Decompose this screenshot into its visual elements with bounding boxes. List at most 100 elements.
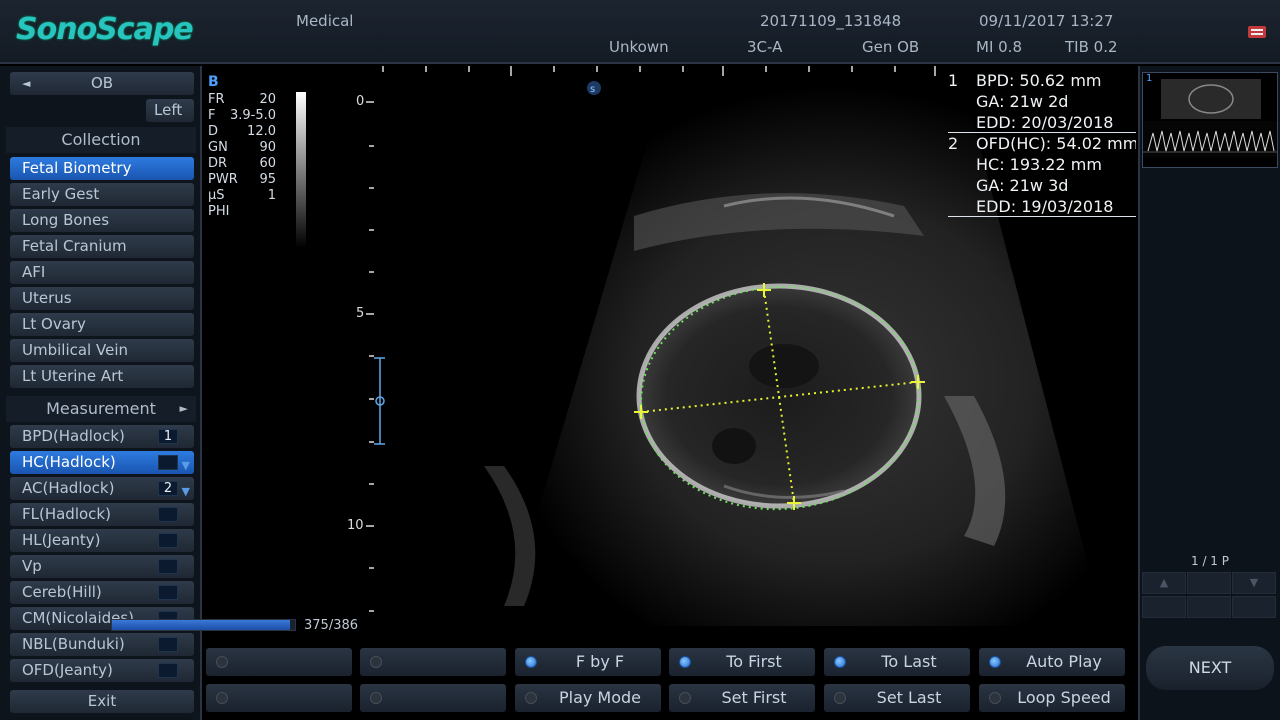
depth-label: 10 — [347, 518, 364, 533]
cine-progress-bar[interactable] — [111, 619, 296, 631]
result-line: 2 OFD(HC): 54.02 mm — [948, 133, 1136, 154]
thumbnail-index: 1 — [1146, 73, 1153, 84]
collection-item[interactable]: Umbilical Vein — [10, 339, 194, 362]
to-first-button[interactable]: To First — [669, 648, 815, 676]
nav-cell[interactable] — [1187, 596, 1231, 618]
dropdown-arrow-icon[interactable]: ▼ — [182, 454, 190, 477]
collection-item[interactable]: Long Bones — [10, 209, 194, 232]
result-line: 1 BPD: 50.62 mm — [948, 70, 1136, 91]
param-value: 95 — [259, 172, 276, 187]
measurement-label: FL(Hadlock) — [22, 505, 111, 523]
measurement-title-label: Measurement — [46, 399, 156, 418]
measurement-count-badge — [158, 663, 178, 678]
indicator-dot-icon — [834, 692, 846, 704]
measurement-item[interactable]: HC(Hadlock) ▼ — [10, 451, 194, 474]
param-row: FR 20 — [208, 92, 276, 108]
indicator-dot-icon — [679, 692, 691, 704]
softkey-label: To Last — [881, 652, 937, 671]
param-key: FR — [208, 92, 225, 107]
expand-right-icon: ► — [179, 402, 188, 415]
cine-thumbnail[interactable]: 1 — [1142, 72, 1278, 168]
dropdown-arrow-icon[interactable]: ▼ — [182, 480, 190, 503]
set-first-button[interactable]: Set First — [669, 684, 815, 712]
collection-item[interactable]: Early Gest — [10, 183, 194, 206]
page-up-icon[interactable]: ▲ — [1142, 572, 1186, 594]
softkey-empty[interactable] — [360, 648, 506, 676]
measurement-label: Cereb(Hill) — [22, 583, 102, 601]
mode-selector[interactable]: ◄ OB — [10, 72, 194, 95]
collection-item[interactable]: AFI — [10, 261, 194, 284]
exit-button[interactable]: Exit — [10, 690, 194, 713]
indicator-dot-icon — [370, 692, 382, 704]
collection-item[interactable]: Lt Ovary — [10, 313, 194, 336]
measurement-item[interactable]: BPD(Hadlock) 1 — [10, 425, 194, 448]
collection-item[interactable]: Lt Uterine Art — [10, 365, 194, 388]
patient-name: Unkown — [609, 38, 669, 56]
measurement-count-badge — [158, 533, 178, 548]
depth-label: 5 — [356, 306, 365, 321]
measurement-label: Vp — [22, 557, 42, 575]
cine-progress-fill — [112, 620, 290, 630]
next-button[interactable]: NEXT — [1146, 646, 1274, 690]
param-key: PHI — [208, 204, 230, 219]
result-text: BPD: 50.62 mm — [976, 71, 1102, 90]
measurement-label: BPD(Hadlock) — [22, 427, 125, 445]
measurement-item[interactable]: Cereb(Hill) — [10, 581, 194, 604]
set-last-button[interactable]: Set Last — [824, 684, 970, 712]
thumbnail-image — [1143, 79, 1277, 157]
depth-label: 0 — [356, 94, 365, 109]
loop-speed-button[interactable]: Loop Speed — [979, 684, 1125, 712]
indicator-dot-icon — [216, 692, 228, 704]
collection-item[interactable]: Fetal Cranium — [10, 235, 194, 258]
storage-device-icon[interactable] — [1247, 22, 1267, 40]
frame-by-frame-button[interactable]: F by F — [515, 648, 661, 676]
measurement-label: HC(Hadlock) — [22, 453, 116, 471]
collection-item[interactable]: Fetal Biometry — [10, 157, 194, 180]
ultrasound-image-area[interactable]: s B FR 20 F 3.9-5.0 D 12.0 GN 90 DR 60 PWR 95 … — [204, 66, 1136, 644]
param-key: GN — [208, 140, 228, 155]
header-bar: SonoScape Medical 20171109_131848 09/11/… — [0, 0, 1280, 64]
measurement-item[interactable]: NBL(Bunduki) — [10, 633, 194, 656]
page-down-icon[interactable]: ▼ — [1232, 572, 1276, 594]
softkey-label: Auto Play — [1026, 652, 1102, 671]
param-value: 20 — [259, 92, 276, 107]
measurement-item[interactable]: Vp — [10, 555, 194, 578]
collection-item[interactable]: Uterus — [10, 287, 194, 310]
param-value: 90 — [259, 140, 276, 155]
measurement-count-badge: 2 — [158, 481, 178, 496]
param-row: µS 1 — [208, 188, 276, 204]
softkey-empty[interactable] — [360, 684, 506, 712]
mi-value: MI 0.8 — [976, 38, 1022, 56]
indicator-dot-icon — [525, 656, 537, 668]
measurement-results: 1 BPD: 50.62 mm GA: 21w 2d EDD: 20/03/201… — [948, 70, 1136, 217]
nav-cell[interactable] — [1232, 596, 1276, 618]
measurement-item[interactable]: OFD(Jeanty) — [10, 659, 194, 682]
indicator-dot-icon — [525, 692, 537, 704]
param-key: DR — [208, 156, 228, 171]
param-row: D 12.0 — [208, 124, 276, 140]
indicator-dot-icon — [216, 656, 228, 668]
mode-label: OB — [90, 74, 114, 92]
indicator-dot-icon — [679, 656, 691, 668]
measurement-count-badge — [158, 585, 178, 600]
indicator-dot-icon — [989, 656, 1001, 668]
side-button[interactable]: Left — [146, 99, 194, 122]
nav-cell[interactable] — [1142, 596, 1186, 618]
play-mode-button[interactable]: Play Mode — [515, 684, 661, 712]
measurement-title[interactable]: Measurement ► — [6, 396, 196, 422]
measurement-item[interactable]: FL(Hadlock) — [10, 503, 194, 526]
result-line: HC: 193.22 mm — [976, 155, 1102, 174]
softkey-empty[interactable] — [206, 684, 352, 712]
nav-cell[interactable] — [1187, 572, 1231, 594]
auto-play-button[interactable]: Auto Play — [979, 648, 1125, 676]
exam-type: Gen OB — [862, 38, 920, 56]
result-index: 1 — [948, 71, 959, 90]
measurement-item[interactable]: AC(Hadlock) 2 ▼ — [10, 477, 194, 500]
softkey-label: Set First — [721, 688, 787, 707]
softkey-empty[interactable] — [206, 648, 352, 676]
tib-value: TIB 0.2 — [1065, 38, 1118, 56]
param-key: PWR — [208, 172, 238, 187]
param-value: 3.9-5.0 — [229, 108, 276, 123]
to-last-button[interactable]: To Last — [824, 648, 970, 676]
measurement-item[interactable]: HL(Jeanty) — [10, 529, 194, 552]
